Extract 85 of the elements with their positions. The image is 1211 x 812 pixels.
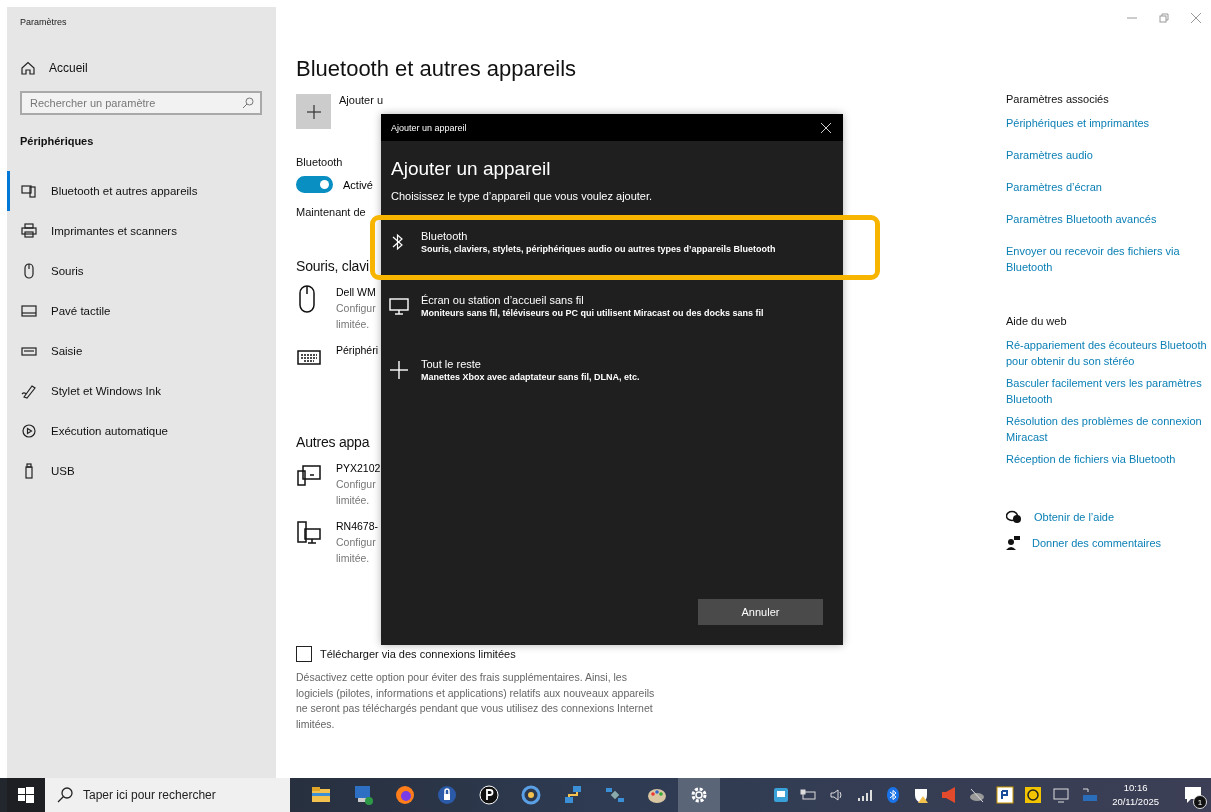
p-circle-icon xyxy=(478,784,500,806)
screen-cast-icon xyxy=(1052,786,1071,804)
page-title: Bluetooth et autres appareils xyxy=(296,56,578,82)
discoverable-text: Maintenant de xyxy=(296,206,367,218)
help-link[interactable]: Ré-appariement des écouteurs Bluetooth pour obtenir du son stéréo xyxy=(1006,337,1211,369)
mouse-icon xyxy=(21,263,37,279)
device-name[interactable]: Périphéri xyxy=(336,342,379,358)
computer-icon xyxy=(352,784,374,806)
taskbar-search[interactable]: Taper ici pour rechercher xyxy=(45,778,290,812)
clock[interactable]: 10:16 20/11/2025 xyxy=(1112,781,1159,809)
lock-icon xyxy=(436,784,458,806)
touchpad-icon xyxy=(21,303,37,319)
close-icon[interactable] xyxy=(821,122,831,133)
help-link[interactable]: Réception de fichiers via Bluetooth xyxy=(1006,451,1211,467)
windows-logo-icon xyxy=(18,787,34,803)
nav-item[interactable]: Exécution automatique xyxy=(7,411,276,451)
device-status: limitée. xyxy=(336,317,371,332)
help-chat-icon xyxy=(1006,510,1022,524)
related-link[interactable]: Paramètres audio xyxy=(1006,147,1211,163)
restore-icon xyxy=(1159,13,1169,23)
window-title: Paramètres xyxy=(20,17,68,29)
section-heading: Souris, clavi xyxy=(296,258,370,274)
device-name[interactable]: Dell WM xyxy=(336,284,376,300)
help-link[interactable]: Basculer facilement vers les paramètres Bluetooth xyxy=(1006,375,1211,407)
add-device-button[interactable] xyxy=(296,94,331,129)
related-link[interactable]: Paramètres Bluetooth avancés xyxy=(1006,211,1211,227)
device-status: Configur xyxy=(336,535,377,550)
dialog-heading: Ajouter un appareil xyxy=(391,158,552,180)
notification-count: 1 xyxy=(1193,795,1207,809)
device-status: Configur xyxy=(336,301,376,316)
section-heading: Périphériques xyxy=(20,135,95,147)
notification-button[interactable]: 1 xyxy=(1183,785,1203,805)
checkbox[interactable] xyxy=(296,646,312,662)
nav-item[interactable]: Imprimantes et scanners xyxy=(7,211,276,251)
search-field[interactable]: Rechercher un paramètre xyxy=(20,91,262,115)
dialog-prompt: Choisissez le type d’appareil que vous voulez ajouter. xyxy=(391,190,654,202)
plus-icon xyxy=(389,360,409,380)
device-status: limitée. xyxy=(336,493,371,508)
search-icon xyxy=(57,787,73,803)
nav-item[interactable]: Bluetooth et autres appareils xyxy=(7,171,276,211)
checkbox-label: Télécharger via des connexions limitées xyxy=(320,648,516,660)
device-type-option[interactable]: Tout le reste Manettes Xbox avec adaptateur sans fil, DLNA, etc. xyxy=(381,350,843,390)
add-device-label[interactable]: Ajouter u xyxy=(339,94,384,106)
section-heading: Autres appa xyxy=(296,434,371,450)
related-link[interactable]: Périphériques et imprimantes xyxy=(1006,115,1211,131)
bluetooth-label: Bluetooth xyxy=(296,156,344,168)
support-link[interactable]: Obtenir de l’aide xyxy=(1034,509,1115,525)
home-icon xyxy=(21,61,35,75)
dialog-title: Ajouter un appareil xyxy=(391,122,467,133)
description-text: Désactivez cette option pour éviter des frais supplémentaires. Ainsi, les logiciels (pilotes, informations et applications) relatifs aux nouveaux appareils ne seront pas téléchargés pendant que vous utilisez des connexions Internet limitées. xyxy=(296,670,656,732)
device-status: limitée. xyxy=(336,551,371,566)
feedback-person-icon xyxy=(1006,536,1020,550)
bluetooth-toggle[interactable] xyxy=(296,176,333,193)
device-type-option[interactable]: Bluetooth Souris, claviers, stylets, périphériques audio ou autres types d’appareils Bluetooth xyxy=(381,222,843,262)
search-icon xyxy=(242,97,254,109)
related-link[interactable]: Paramètres d’écran xyxy=(1006,179,1211,195)
nav-item[interactable]: Stylet et Windows Ink xyxy=(7,371,276,411)
device-status: Configur xyxy=(336,477,377,492)
monitor-icon xyxy=(389,296,409,316)
cancel-button[interactable]: Annuler xyxy=(698,599,823,625)
related-link[interactable]: Envoyer ou recevoir des fichiers via Bluetooth xyxy=(1006,243,1211,275)
nav-item[interactable]: USB xyxy=(7,451,276,491)
toggle-state: Activé xyxy=(343,178,373,191)
device-name[interactable]: RN4678- xyxy=(336,518,379,534)
device-type-option[interactable]: Écran ou station d’accueil sans fil Moniteurs sans fil, téléviseurs ou PC qui utilisent Miracast ou des docks sans fil xyxy=(381,286,843,326)
nav-item[interactable]: Pavé tactile xyxy=(7,291,276,331)
fox-browser-icon xyxy=(394,784,416,806)
network-icon xyxy=(562,784,584,806)
close-icon xyxy=(1191,13,1201,23)
printer-icon xyxy=(21,223,37,239)
pen-icon xyxy=(21,383,37,399)
start-button[interactable] xyxy=(7,778,45,812)
nav-item[interactable]: Souris xyxy=(7,251,276,291)
plus-icon xyxy=(305,103,322,120)
section-heading: Paramètres associés xyxy=(1006,93,1110,105)
autoplay-icon xyxy=(21,423,37,439)
section-heading: Aide du web xyxy=(1006,315,1068,327)
device-name[interactable]: PYX2102 xyxy=(336,460,381,476)
help-link[interactable]: Résolution des problèmes de connexion Miracast xyxy=(1006,413,1211,445)
cloud-off-icon xyxy=(968,786,987,804)
nav-item[interactable]: Saisie xyxy=(7,331,276,371)
shield-warning-icon xyxy=(912,786,931,804)
monitor-app-icon xyxy=(772,786,791,804)
home-link[interactable]: Accueil xyxy=(49,61,88,75)
support-link[interactable]: Donner des commentaires xyxy=(1032,535,1161,551)
